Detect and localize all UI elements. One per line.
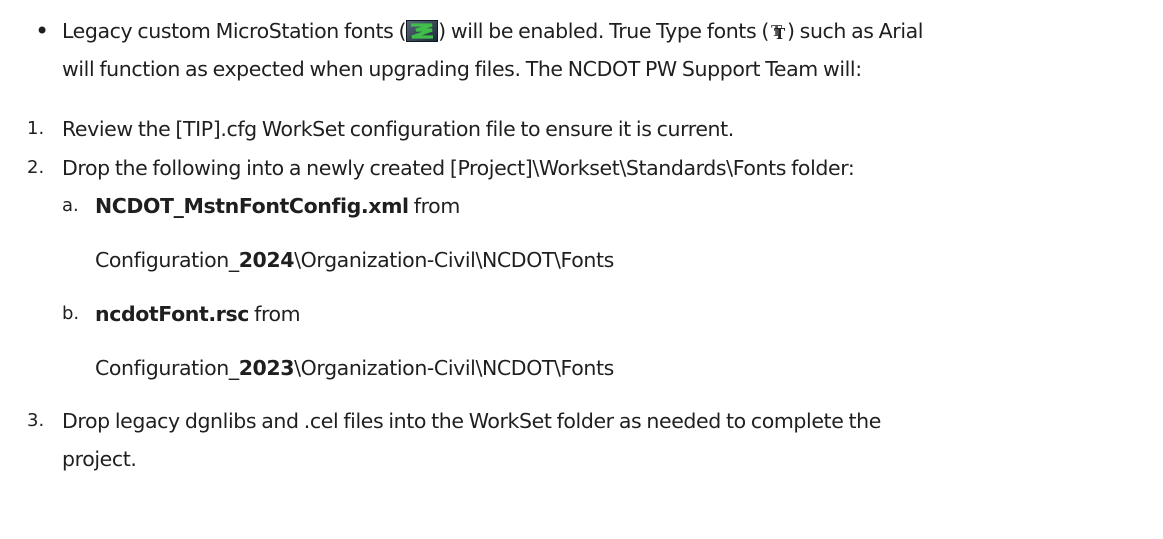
bullet-line-1: Legacy custom MicroStation fonts ( ) wil… [62, 18, 923, 48]
subitem-b-path-year: 2023 [238, 356, 295, 380]
subitem-a-marker: a. [62, 195, 79, 216]
step-3-marker: 3. [27, 410, 45, 431]
bullet-line-2: will function as expected when upgrading… [62, 57, 862, 81]
subitem-b-path-suffix: \Organization-Civil\NCDOT\Fonts [294, 356, 614, 380]
subitem-a-file: NCDOT_MstnFontConfig.xml [95, 194, 409, 218]
subitem-a-path-year: 2024 [238, 248, 295, 272]
subitem-b-file: ncdotFont.rsc [95, 302, 250, 326]
bullet-text-part1: Legacy custom MicroStation fonts ( [62, 19, 407, 43]
step-3-text-line-1: Drop legacy dgnlibs and .cel files into … [62, 409, 881, 433]
subitem-b-line: ncdotFont.rsc from [95, 301, 301, 327]
bullet-text-part3: ) such as Arial [786, 19, 924, 43]
step-3-text-line-2: project. [62, 447, 137, 471]
subitem-b-marker: b. [62, 303, 80, 324]
subitem-b-path: Configuration_2023\Organization-Civil\NC… [95, 355, 614, 381]
microstation-font-icon [406, 20, 439, 48]
subitem-b-path-prefix: Configuration_ [95, 356, 239, 380]
svg-text:T: T [774, 25, 786, 42]
subitem-a-path: Configuration_2024\Organization-Civil\NC… [95, 247, 614, 273]
step-2-marker: 2. [27, 157, 45, 178]
subitem-b-from: from [249, 302, 301, 326]
subitem-a-path-suffix: \Organization-Civil\NCDOT\Fonts [294, 248, 614, 272]
bullet-marker: • [35, 17, 50, 45]
subitem-a-path-prefix: Configuration_ [95, 248, 239, 272]
bullet-text-part2: ) will be enabled. True Type fonts ( [438, 19, 769, 43]
step-1-marker: 1. [27, 118, 45, 139]
step-1-text: Review the [TIP].cfg WorkSet configurati… [62, 117, 734, 141]
step-2-text: Drop the following into a newly created … [62, 156, 855, 180]
truetype-font-icon: T T [769, 22, 787, 48]
subitem-a-line: NCDOT_MstnFontConfig.xml from [95, 193, 460, 219]
subitem-a-from: from [408, 194, 461, 218]
